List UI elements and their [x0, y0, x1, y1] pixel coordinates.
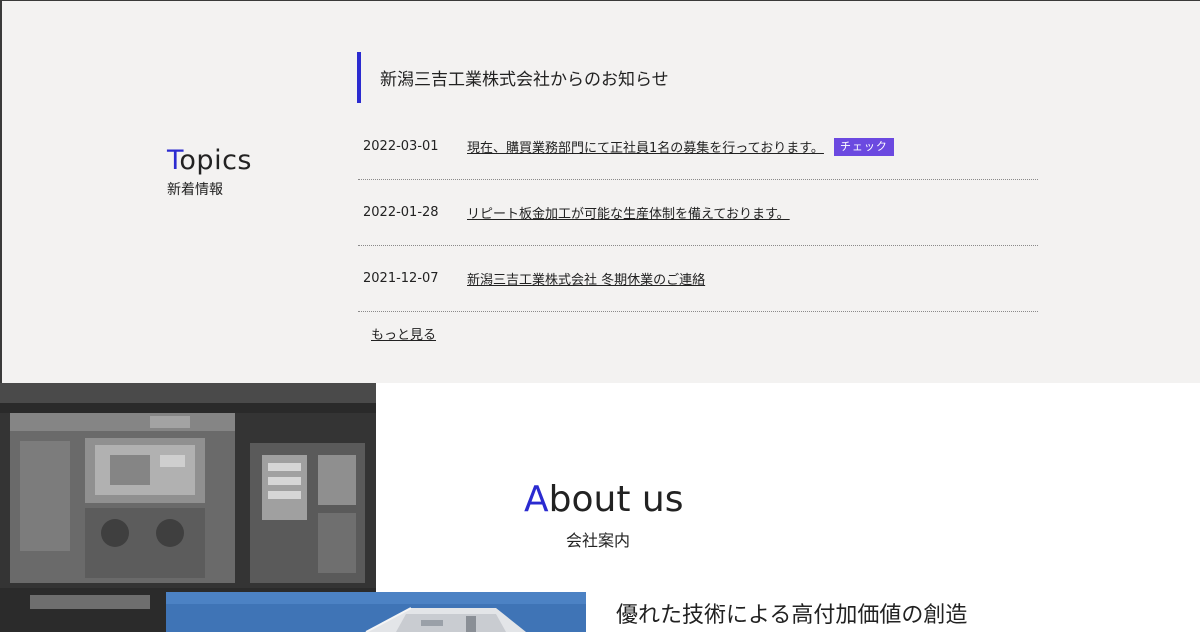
topics-subtitle: 新着情報: [167, 182, 223, 198]
company-building-image: [166, 592, 586, 632]
topics-title-rest: opics: [179, 145, 252, 176]
news-item: 2022-01-28 リピート板金加工が可能な生産体制を備えております。: [358, 180, 1038, 246]
topics-section: Topics 新着情報 新潟三吉工業株式会社からのお知らせ 2022-03-01…: [0, 0, 1200, 383]
page: Topics 新着情報 新潟三吉工業株式会社からのお知らせ 2022-03-01…: [0, 0, 1200, 632]
news-link[interactable]: 現在、購買業務部門にて正社員1名の募集を行っております。: [467, 137, 824, 156]
more-link[interactable]: もっと見る: [371, 324, 436, 343]
news-date: 2022-03-01: [363, 139, 439, 154]
news-list: 2022-03-01 現在、購買業務部門にて正社員1名の募集を行っております。 …: [358, 114, 1038, 312]
news-link[interactable]: 新潟三吉工業株式会社 冬期休業のご連絡: [467, 269, 705, 288]
news-item: 2021-12-07 新潟三吉工業株式会社 冬期休業のご連絡: [358, 246, 1038, 312]
about-title-rest: bout us: [548, 479, 684, 520]
news-date: 2021-12-07: [363, 271, 439, 286]
topics-title: Topics: [167, 145, 252, 177]
news-date: 2022-01-28: [363, 205, 439, 220]
about-title: About us: [524, 478, 683, 522]
topics-heading: Topics 新着情報: [167, 145, 252, 199]
news-link[interactable]: リピート板金加工が可能な生産体制を備えております。: [467, 203, 790, 222]
notice-header: 新潟三吉工業株式会社からのお知らせ: [357, 52, 669, 103]
about-title-accent: A: [524, 479, 549, 520]
about-heading: About us 会社案内: [524, 478, 683, 551]
about-tagline: 優れた技術による高付加価値の創造: [616, 603, 968, 628]
news-item: 2022-03-01 現在、購買業務部門にて正社員1名の募集を行っております。 …: [358, 114, 1038, 180]
check-badge: チェック: [833, 137, 894, 156]
company-building-photo: [166, 592, 586, 632]
about-subtitle: 会社案内: [566, 531, 631, 550]
topics-title-accent: T: [167, 145, 180, 176]
